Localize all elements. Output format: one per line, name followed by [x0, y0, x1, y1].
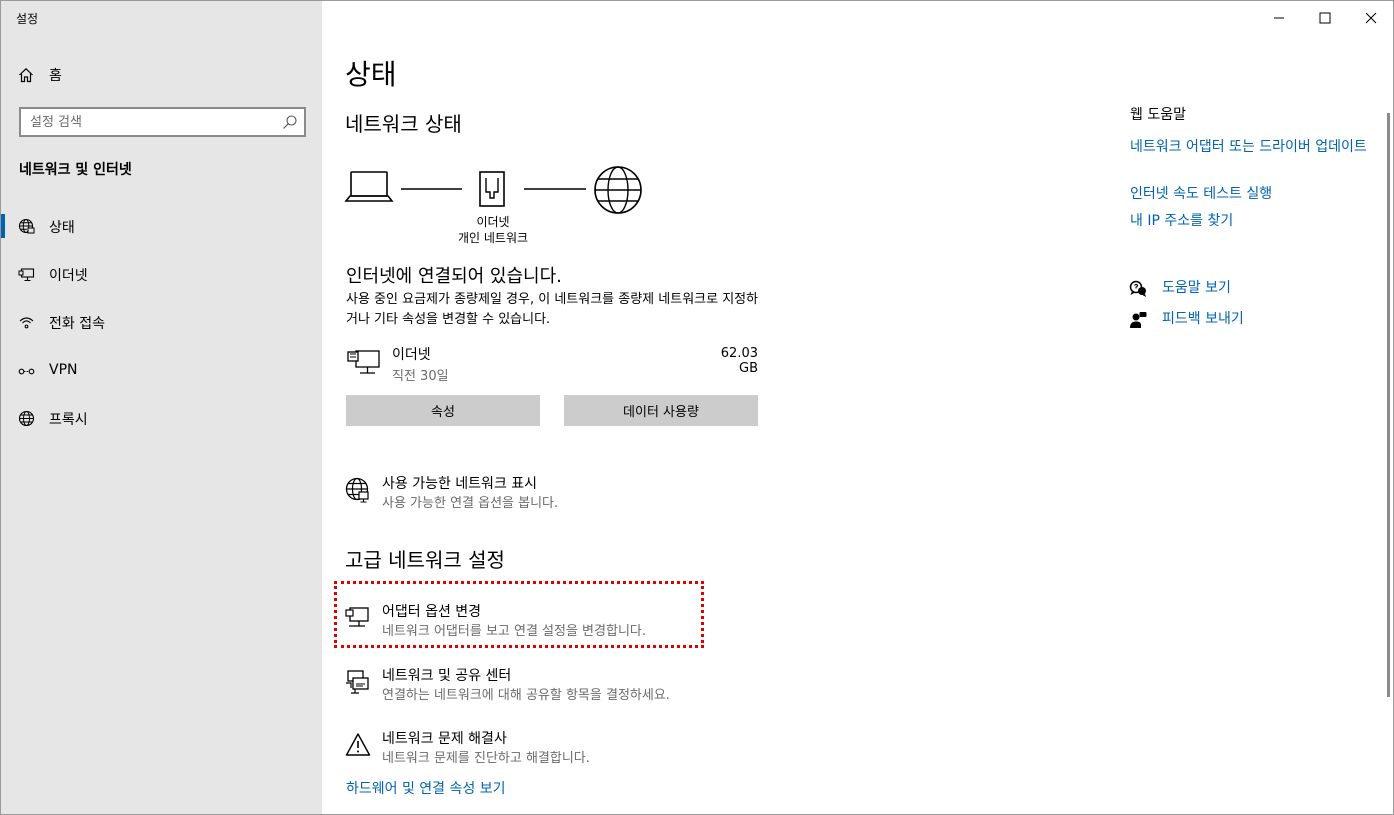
minimize-button[interactable] — [1256, 1, 1302, 33]
sidebar-item-label: 이더넷 — [49, 268, 88, 284]
sidebar: 설정 홈 네트워크 및 인터넷 상태 이더넷 — [1, 1, 322, 814]
network-troubleshooter[interactable]: 네트워크 문제 해결사 네트워크 문제를 진단하고 해결합니다. — [341, 728, 721, 772]
vpn-icon — [18, 363, 35, 380]
adapter-name: 이더넷 — [392, 347, 431, 363]
app-title: 설정 — [16, 12, 39, 26]
sidebar-item-label: VPN — [49, 362, 78, 378]
connection-status-title: 인터넷에 연결되어 있습니다. — [346, 266, 562, 287]
maximize-icon — [1319, 12, 1331, 24]
dialup-icon — [18, 314, 35, 331]
home-icon — [18, 67, 34, 83]
data-usage-button[interactable]: 데이터 사용량 — [564, 395, 758, 426]
active-indicator — [1, 214, 5, 238]
search-input[interactable] — [21, 109, 271, 135]
close-icon — [1365, 12, 1377, 24]
adapter-data-usage: 62.03 GB — [720, 346, 758, 376]
adapter-icon — [345, 605, 371, 631]
show-available-networks[interactable]: 사용 가능한 네트워크 표시 사용 가능한 연결 옵션을 봅니다. — [341, 473, 721, 517]
network-status-heading: 네트워크 상태 — [345, 112, 462, 136]
adapter-options-desc: 네트워크 어댑터를 보고 연결 설정을 변경합니다. — [382, 624, 646, 639]
warning-icon — [345, 732, 371, 758]
laptop-icon — [344, 171, 394, 202]
show-networks-desc: 사용 가능한 연결 옵션을 봅니다. — [382, 496, 559, 511]
sidebar-item-ethernet[interactable]: 이더넷 — [1, 254, 322, 294]
sidebar-section-title: 네트워크 및 인터넷 — [19, 162, 132, 178]
hardware-properties-link[interactable]: 하드웨어 및 연결 속성 보기 — [346, 780, 505, 799]
search-icon[interactable] — [282, 114, 298, 130]
sharing-center-desc: 연결하는 네트워크에 대해 공유할 항목을 결정하세요. — [382, 688, 670, 703]
speed-test-link[interactable]: 인터넷 속도 테스트 실행 — [1130, 185, 1272, 204]
show-networks-title: 사용 가능한 네트워크 표시 — [382, 476, 538, 492]
sharing-center-icon — [345, 669, 371, 695]
close-button[interactable] — [1348, 1, 1393, 33]
sidebar-item-vpn[interactable]: VPN — [1, 351, 322, 391]
scrollbar[interactable] — [1387, 113, 1390, 697]
globe-icon — [18, 410, 35, 427]
sidebar-item-label: 상태 — [49, 220, 75, 236]
network-sharing-center[interactable]: 네트워크 및 공유 센터 연결하는 네트워크에 대해 공유할 항목을 결정하세요… — [341, 665, 721, 709]
get-help-link[interactable]: 도움말 보기 — [1162, 279, 1231, 298]
network-diagram — [344, 166, 642, 214]
internet-globe-icon — [594, 166, 642, 214]
home-nav-item[interactable]: 홈 — [1, 61, 322, 89]
diagram-network-label: 개인 네트워크 — [457, 231, 529, 245]
globe-status-icon — [18, 218, 35, 235]
maximize-button[interactable] — [1302, 1, 1348, 33]
sidebar-item-label: 프록시 — [49, 412, 88, 428]
find-ip-link[interactable]: 내 IP 주소를 찾기 — [1130, 212, 1233, 231]
connection-status-desc: 사용 중인 요금제가 종량제일 경우, 이 네트워크를 종량제 네트워크로 지정… — [346, 292, 759, 327]
home-label: 홈 — [49, 68, 62, 84]
ethernet-port-icon — [479, 171, 505, 207]
search-box[interactable] — [19, 107, 306, 137]
sidebar-item-dialup[interactable]: 전화 접속 — [1, 302, 322, 342]
send-feedback-link[interactable]: 피드백 보내기 — [1162, 310, 1244, 329]
sidebar-item-label: 전화 접속 — [49, 316, 105, 332]
feedback-icon — [1129, 311, 1147, 329]
web-help-heading: 웹 도움말 — [1130, 107, 1186, 123]
ethernet-adapter-icon — [347, 347, 381, 377]
adapter-options-title: 어댑터 옵션 변경 — [382, 604, 482, 620]
advanced-settings-heading: 고급 네트워크 설정 — [345, 548, 505, 572]
sharing-center-title: 네트워크 및 공유 센터 — [382, 668, 512, 684]
troubleshooter-desc: 네트워크 문제를 진단하고 해결합니다. — [382, 751, 590, 766]
sidebar-item-status[interactable]: 상태 — [1, 206, 322, 246]
sidebar-item-proxy[interactable]: 프록시 — [1, 398, 322, 438]
adapter-time-period: 직전 30일 — [392, 369, 449, 384]
globe-network-icon — [345, 477, 371, 503]
diagram-device-label: 이더넷 — [476, 215, 510, 229]
ethernet-icon — [18, 266, 35, 283]
page-title: 상태 — [345, 58, 397, 91]
change-adapter-options[interactable]: 어댑터 옵션 변경 네트워크 어댑터를 보고 연결 설정을 변경합니다. — [341, 601, 721, 645]
properties-button[interactable]: 속성 — [346, 395, 540, 426]
update-adapter-driver-link[interactable]: 네트워크 어댑터 또는 드라이버 업데이트 — [1130, 138, 1370, 157]
settings-window: 설정 홈 네트워크 및 인터넷 상태 이더넷 — [0, 0, 1394, 815]
troubleshooter-title: 네트워크 문제 해결사 — [382, 731, 507, 747]
minimize-icon — [1274, 17, 1284, 19]
get-help-icon — [1129, 280, 1147, 298]
